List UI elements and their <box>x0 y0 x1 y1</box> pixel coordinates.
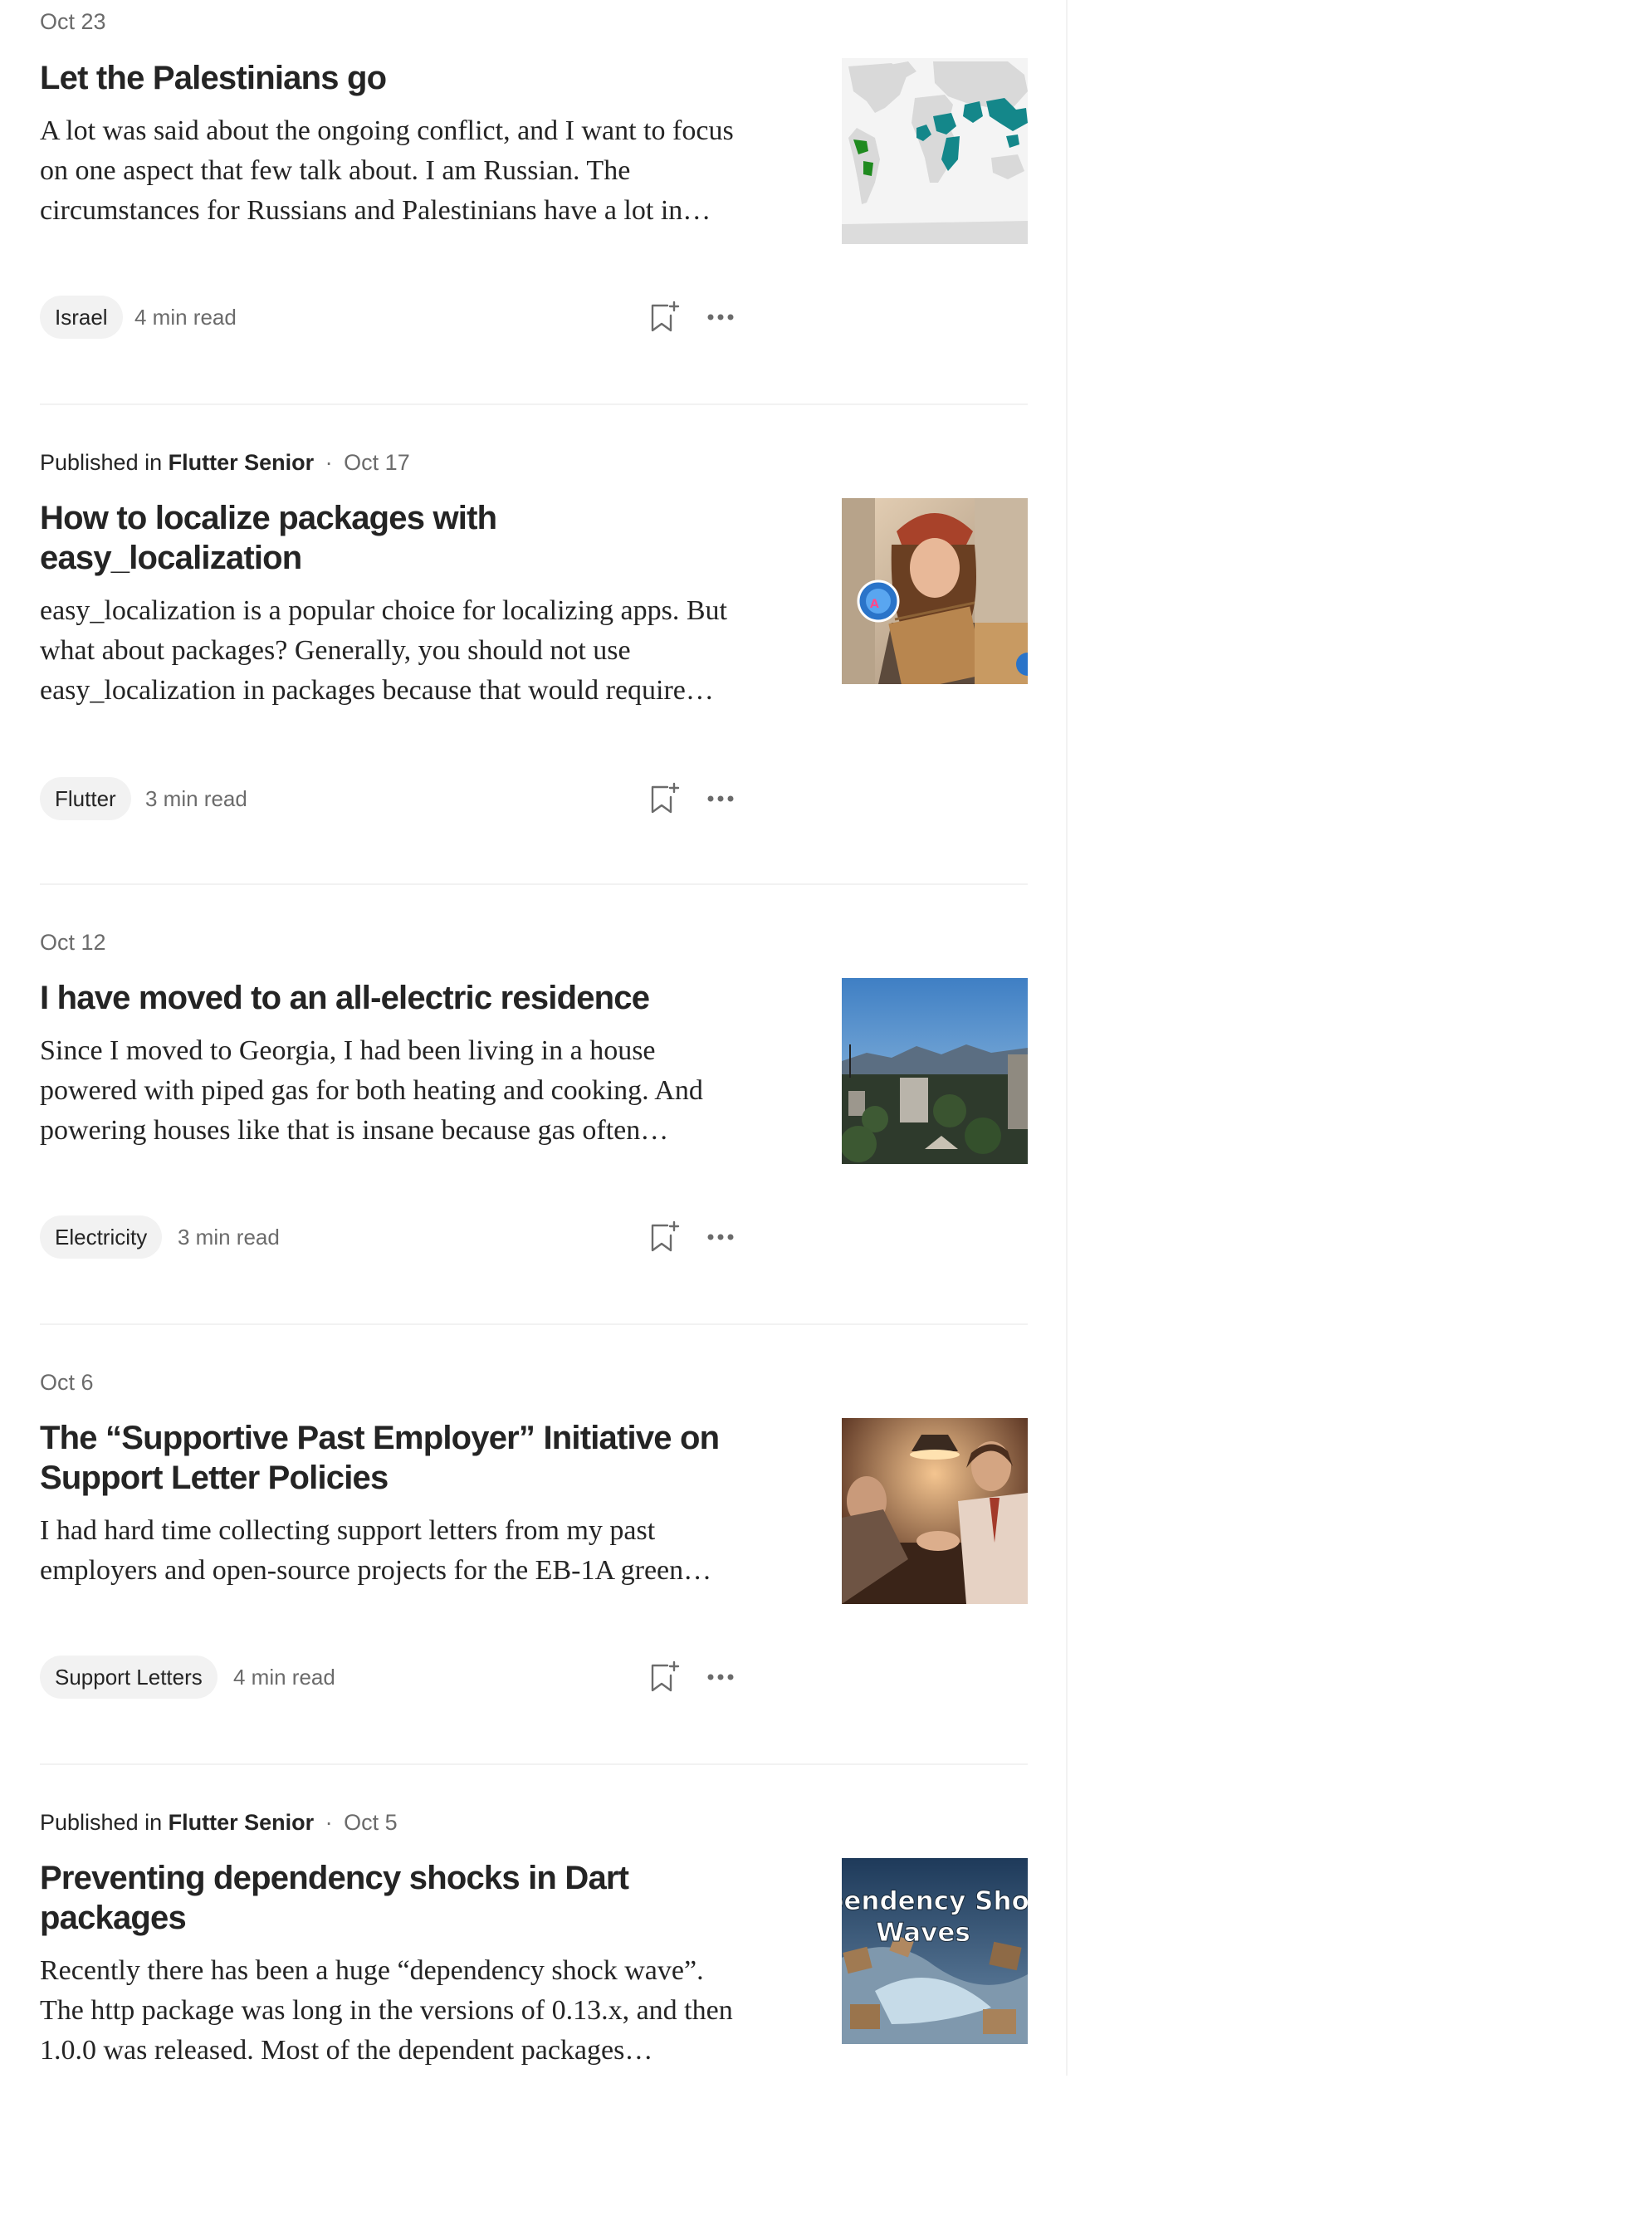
article-excerpt[interactable]: Recently there has been a huge “dependen… <box>40 1951 745 2071</box>
publication-name[interactable]: Flutter Senior <box>169 1810 315 1835</box>
handshake-thumbnail[interactable] <box>842 1418 1028 1604</box>
article-date: Oct 17 <box>344 450 410 475</box>
article-meta: Published in Flutter Senior · Oct 17 <box>40 446 410 479</box>
thumbnail-caption-line-2: Waves <box>876 1918 970 1948</box>
article-card[interactable]: Published in Flutter Senior · Oct 17 How… <box>40 440 1028 880</box>
topic-tag[interactable]: Israel <box>40 296 123 339</box>
article-title[interactable]: I have moved to an all-electric residenc… <box>40 978 754 1018</box>
published-in-label: Published in <box>40 1810 163 1835</box>
article-excerpt[interactable]: A lot was said about the ongoing conflic… <box>40 111 745 231</box>
article-footer: Support Letters 4 min read <box>40 1656 745 1699</box>
article-excerpt[interactable]: easy_localization is a popular choice fo… <box>40 591 745 711</box>
read-time: 3 min read <box>145 786 247 811</box>
divider <box>40 1323 1028 1325</box>
woman-with-boxes-thumbnail[interactable]: A <box>842 498 1028 684</box>
bookmark-plus-icon[interactable] <box>646 1219 682 1255</box>
article-excerpt[interactable]: Since I moved to Georgia, I had been liv… <box>40 1031 745 1151</box>
world-map-image <box>842 58 1028 244</box>
meta-separator: · <box>325 1810 333 1835</box>
more-horizontal-icon[interactable] <box>702 299 739 335</box>
publication-name[interactable]: Flutter Senior <box>169 450 315 475</box>
thumbnail-caption-line-1: ependency Shock <box>842 1886 1028 1916</box>
city-mountains-image <box>842 978 1028 1164</box>
divider <box>40 1763 1028 1765</box>
article-card[interactable]: Oct 23 Let the Palestinians go A lot was… <box>40 0 1028 440</box>
article-footer: Electricity 3 min read <box>40 1215 745 1259</box>
more-horizontal-icon[interactable] <box>702 780 739 817</box>
bookmark-plus-icon[interactable] <box>646 1659 682 1695</box>
read-time: 3 min read <box>178 1225 280 1250</box>
article-title[interactable]: Let the Palestinians go <box>40 58 754 98</box>
article-title[interactable]: Preventing dependency shocks in Dart pac… <box>40 1858 754 1938</box>
article-footer: Israel 4 min read <box>40 296 745 339</box>
article-meta: Published in Flutter Senior · Oct 5 <box>40 1806 398 1839</box>
article-meta: Oct 23 <box>40 5 106 38</box>
article-meta: Oct 12 <box>40 926 106 959</box>
read-time: 4 min read <box>233 1665 335 1690</box>
divider <box>40 403 1028 405</box>
article-card[interactable]: Published in Flutter Senior · Oct 5 Prev… <box>40 1800 1028 2240</box>
article-excerpt[interactable]: I had hard time collecting support lette… <box>40 1511 745 1591</box>
bookmark-plus-icon[interactable] <box>646 299 682 335</box>
article-footer: Flutter 3 min read <box>40 777 745 820</box>
article-meta: Oct 6 <box>40 1366 94 1399</box>
article-list: Oct 23 Let the Palestinians go A lot was… <box>0 0 1068 2076</box>
article-date: Oct 6 <box>40 1370 94 1395</box>
svg-text:A: A <box>870 598 879 611</box>
article-date: Oct 23 <box>40 9 106 34</box>
more-horizontal-icon[interactable] <box>702 1659 739 1695</box>
article-title[interactable]: How to localize packages with easy_local… <box>40 498 754 578</box>
article-card[interactable]: Oct 12 I have moved to an all-electric r… <box>40 922 1028 1362</box>
topic-tag[interactable]: Flutter <box>40 777 131 820</box>
article-title[interactable]: The “Supportive Past Employer” Initiativ… <box>40 1418 754 1498</box>
more-horizontal-icon[interactable] <box>702 1219 739 1255</box>
handshake-image <box>842 1418 1028 1604</box>
read-time: 4 min read <box>134 305 237 330</box>
divider <box>40 883 1028 885</box>
article-card[interactable]: Oct 6 The “Supportive Past Employer” Ini… <box>40 1362 1028 1802</box>
dependency-shock-thumbnail[interactable]: ependency Shock Waves <box>842 1858 1028 2044</box>
world-map-thumbnail[interactable] <box>842 58 1028 244</box>
topic-tag[interactable]: Electricity <box>40 1215 163 1259</box>
published-in-label: Published in <box>40 450 163 475</box>
woman-with-boxes-image: A <box>842 498 1028 684</box>
meta-separator: · <box>325 450 333 475</box>
bookmark-plus-icon[interactable] <box>646 780 682 817</box>
city-mountains-thumbnail[interactable] <box>842 978 1028 1164</box>
article-date: Oct 5 <box>344 1810 398 1835</box>
article-date: Oct 12 <box>40 930 106 955</box>
topic-tag[interactable]: Support Letters <box>40 1656 217 1699</box>
dependency-shock-image: ependency Shock Waves <box>842 1858 1028 2044</box>
